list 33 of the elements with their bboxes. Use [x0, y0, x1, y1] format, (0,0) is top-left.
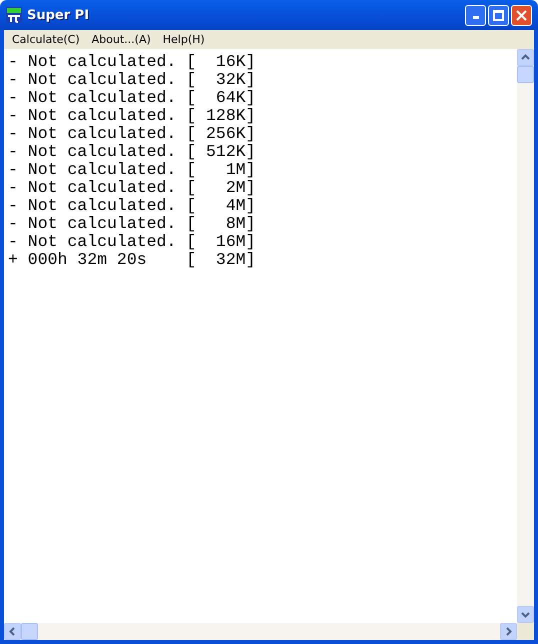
window-title: Super PI [27, 8, 90, 22]
result-line: - Not calculated. [ 1M] [8, 161, 257, 179]
result-line: + 000h 32m 20s [ 32M] [8, 251, 257, 269]
maximize-button[interactable] [488, 4, 509, 26]
menu-item[interactable]: About...(A) [86, 33, 157, 46]
result-line: - Not calculated. [ 2M] [8, 179, 257, 197]
chevron-left-icon [8, 627, 17, 636]
scroll-thumb[interactable] [21, 623, 38, 640]
app-icon [6, 7, 22, 23]
close-button[interactable] [511, 4, 532, 26]
result-line: - Not calculated. [ 4M] [8, 197, 257, 215]
result-line: - Not calculated. [ 512K] [8, 143, 257, 161]
result-line: - Not calculated. [ 128K] [8, 107, 257, 125]
scroll-down-button[interactable] [517, 606, 534, 623]
close-icon [516, 10, 527, 20]
scroll-up-button[interactable] [517, 49, 534, 66]
scroll-right-button[interactable] [500, 623, 517, 640]
result-line: - Not calculated. [ 16K] [8, 53, 257, 71]
result-line: - Not calculated. [ 64K] [8, 89, 257, 107]
menu-item[interactable]: Help(H) [156, 33, 211, 46]
result-line: - Not calculated. [ 32K] [8, 71, 257, 89]
scroll-thumb[interactable] [517, 66, 534, 83]
chevron-up-icon [521, 53, 530, 62]
result-line: - Not calculated. [ 256K] [8, 125, 257, 143]
result-line: - Not calculated. [ 8M] [8, 215, 257, 233]
result-line: - Not calculated. [ 16M] [8, 233, 257, 251]
chevron-down-icon [521, 610, 530, 619]
scroll-left-button[interactable] [4, 623, 21, 640]
maximize-icon [493, 10, 504, 20]
menu-item[interactable]: Calculate(C) [6, 33, 86, 46]
chevron-right-icon [504, 627, 513, 636]
resize-grip[interactable] [517, 623, 534, 640]
minimize-button[interactable] [465, 4, 486, 26]
